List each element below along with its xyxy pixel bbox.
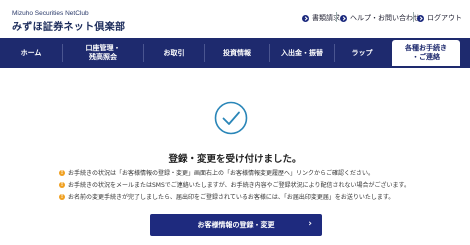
logout-link[interactable]: ログアウト: [417, 13, 462, 23]
chevron-right-icon: [417, 14, 424, 22]
note-item: ! お手続きの状況は「お客様情報の登録・変更」画面右上の「お客様情報変更履歴へ」…: [59, 168, 374, 177]
document-request-link[interactable]: 書類請求: [302, 13, 340, 23]
customer-info-button[interactable]: お客様情報の登録・変更 ›: [150, 214, 322, 236]
chevron-right-icon: ›: [308, 219, 312, 229]
help-contact-label: ヘルプ・お問い合わせ: [350, 14, 420, 22]
page-title: 登録・変更を受け付けました。: [168, 154, 302, 165]
nav-wrap[interactable]: ラップ: [335, 38, 389, 68]
nav-procedures[interactable]: 各種お手続き ・ご連絡: [392, 40, 460, 66]
note-text: お手続きの状況をメールまたはSMSでご連絡いたしますが、お手続き内容やご登録状況…: [68, 182, 410, 189]
customer-info-button-label: お客様情報の登録・変更: [197, 221, 275, 229]
chevron-right-icon: [302, 14, 309, 22]
logo[interactable]: みずほ証券ネット倶楽部: [12, 18, 125, 33]
logout-label: ログアウト: [427, 14, 462, 22]
check-circle-icon: [214, 101, 248, 135]
info-icon: !: [59, 181, 65, 188]
chevron-right-icon: [340, 14, 347, 22]
note-text: お名前の変更手続きが完了しましたら、届出印をご登録されているお客様には、「お届出…: [68, 194, 395, 201]
nav-home[interactable]: ホーム: [0, 38, 62, 68]
note-text: お手続きの状況は「お客様情報の登録・変更」画面右上の「お客様情報変更履歴へ」リン…: [68, 170, 375, 177]
main-nav: ホーム 口座管理・ 残高照会 お取引 投資情報 入出金・振替 ラップ 各種お手続…: [0, 38, 470, 68]
logo-en: Mizuho Securities NetClub: [12, 10, 89, 17]
nav-deposit-withdrawal[interactable]: 入出金・振替: [270, 38, 334, 68]
divider: [413, 12, 414, 22]
info-icon: !: [59, 193, 65, 200]
divider: [336, 12, 337, 22]
help-contact-link[interactable]: ヘルプ・お問い合わせ: [340, 13, 420, 23]
info-icon: !: [59, 169, 65, 176]
nav-trade[interactable]: お取引: [144, 38, 204, 68]
header: Mizuho Securities NetClub みずほ証券ネット倶楽部 書類…: [0, 0, 470, 38]
note-item: ! お名前の変更手続きが完了しましたら、届出印をご登録されているお客様には、「お…: [59, 192, 394, 201]
note-item: ! お手続きの状況をメールまたはSMSでご連絡いたしますが、お手続き内容やご登録…: [59, 180, 410, 189]
nav-investment-info[interactable]: 投資情報: [205, 38, 269, 68]
nav-account[interactable]: 口座管理・ 残高照会: [63, 38, 143, 68]
